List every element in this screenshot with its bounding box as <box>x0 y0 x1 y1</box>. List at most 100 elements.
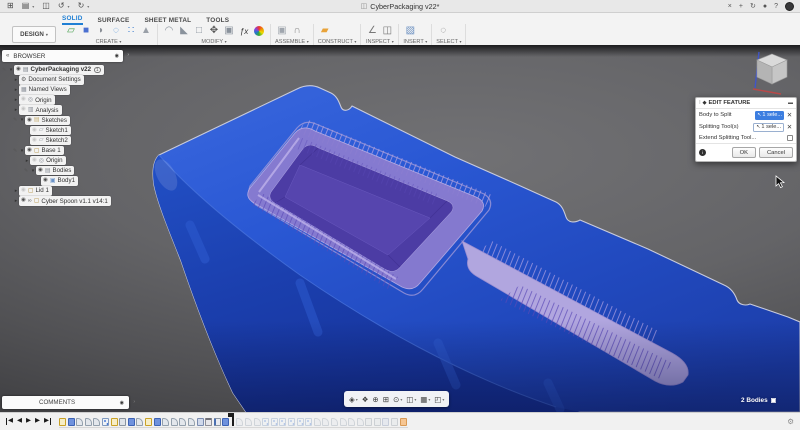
visibility-eye-icon[interactable]: ◉ <box>21 107 26 113</box>
timeline-feature-fillet[interactable] <box>245 418 252 426</box>
body-to-split-selection[interactable]: ↖ 1 sele... <box>755 111 784 120</box>
collapse-panel-icon[interactable]: « <box>6 53 9 59</box>
dialog-header[interactable]: ⁞ ◆ EDIT FEATURE ▬ <box>696 98 796 109</box>
timeline-feature-fillet[interactable] <box>93 418 100 426</box>
timeline-feature-fillet[interactable] <box>236 418 243 426</box>
create-sketch-icon[interactable]: ▱ <box>64 26 78 36</box>
timeline-feature-sketch[interactable] <box>145 418 152 426</box>
splitting-tools-selection[interactable]: ↖ 1 sele... <box>753 123 784 132</box>
visibility-eye-icon[interactable]: ◉ <box>43 178 48 184</box>
timeline-feature-fillet[interactable] <box>314 418 321 426</box>
orbit-icon[interactable]: ◈▾ <box>349 395 358 404</box>
appearance-icon[interactable] <box>254 26 264 36</box>
info-icon[interactable]: i <box>699 149 706 156</box>
pattern-icon[interactable]: ∷ <box>124 26 138 36</box>
timeline-feature-pattern[interactable] <box>305 418 312 426</box>
clear-selection-icon[interactable]: ✕ <box>786 111 793 119</box>
save-icon[interactable]: ◫ <box>42 2 50 10</box>
tree-item-base-1[interactable]: ◉▢Base 1 <box>25 146 64 156</box>
file-icon[interactable]: ▤ <box>22 2 30 10</box>
move-icon[interactable]: ✥ <box>207 26 221 36</box>
visibility-eye-icon[interactable]: ◉ <box>32 128 37 134</box>
design-menu-button[interactable]: DESIGN ▾ <box>12 26 56 43</box>
sweep-icon[interactable]: ◌ <box>109 26 123 36</box>
timeline-settings-icon[interactable]: ⚙ <box>787 417 794 426</box>
zoom-window-icon[interactable]: ⊙▾ <box>393 395 402 404</box>
timeline-feature-fillet[interactable] <box>85 418 92 426</box>
revolve-icon[interactable]: ◗ <box>94 26 108 36</box>
panel-tab-handle[interactable]: › <box>133 399 135 405</box>
step-back-button[interactable]: ◀ <box>17 418 22 425</box>
timeline-feature-sketch[interactable] <box>59 418 66 426</box>
visibility-eye-icon[interactable]: ◉ <box>38 168 43 174</box>
offset-face-icon[interactable]: ▣ <box>222 26 236 36</box>
tree-item-analysis[interactable]: ◉▥Analysis <box>19 105 62 115</box>
timeline-feature-split-edit[interactable] <box>400 418 407 426</box>
timeline-feature-pattern[interactable] <box>288 418 295 426</box>
viewports-icon[interactable]: ◰▾ <box>434 395 444 404</box>
section-analysis-icon[interactable]: ◫ <box>380 26 394 36</box>
timeline-feature-fillet[interactable] <box>188 418 195 426</box>
chamfer-icon[interactable]: ◣ <box>177 26 191 36</box>
timeline-feature-sketch[interactable] <box>111 418 118 426</box>
parameters-fx-icon[interactable]: ƒx <box>237 27 251 36</box>
pan-icon[interactable]: ❖ <box>362 395 369 404</box>
timeline-feature-component[interactable] <box>382 418 389 426</box>
grid-display-icon[interactable]: ▦▾ <box>420 395 430 404</box>
timeline-feature-mesh[interactable] <box>205 418 212 426</box>
timeline-feature-fillet[interactable] <box>340 418 347 426</box>
visibility-eye-icon[interactable]: ◉ <box>21 188 26 194</box>
step-forward-button[interactable]: ▶ <box>35 418 40 425</box>
select-icon[interactable]: ◌ <box>436 26 450 36</box>
drag-grip-icon[interactable]: ⁞ <box>699 100 701 106</box>
close-tab-icon[interactable]: × <box>728 3 732 10</box>
extrude-icon[interactable]: ■ <box>79 26 93 36</box>
fit-icon[interactable]: ⊞ <box>383 395 389 404</box>
timeline-feature-flag[interactable] <box>214 418 221 426</box>
visibility-eye-icon[interactable]: ◉ <box>27 148 32 154</box>
tree-item-document-settings[interactable]: ⚙Document Settings <box>19 75 84 85</box>
timeline-feature-pattern[interactable] <box>102 418 109 426</box>
timeline-feature-fillet[interactable] <box>171 418 178 426</box>
construct-plane-icon[interactable]: ▰ <box>318 26 332 36</box>
tree-item-sketches[interactable]: ◉▤Sketches <box>25 116 70 126</box>
go-to-end-button[interactable]: ▶ <box>44 418 51 425</box>
visibility-eye-icon[interactable]: ◉ <box>32 138 37 144</box>
tree-item-bodies[interactable]: ◉▤Bodies <box>36 166 74 176</box>
redo-icon[interactable]: ↻ <box>78 2 85 10</box>
timeline-feature-pattern[interactable] <box>262 418 269 426</box>
timeline-feature-extrude[interactable] <box>68 418 75 426</box>
timeline-feature-fillet[interactable] <box>162 418 169 426</box>
panel-tab-handle[interactable]: › <box>127 52 129 58</box>
panel-options-icon[interactable]: ◉ <box>115 53 119 59</box>
visibility-eye-icon[interactable]: ◉ <box>16 67 21 73</box>
timeline-feature-component[interactable] <box>197 418 204 426</box>
timeline-feature-fillet[interactable] <box>76 418 83 426</box>
fillet-icon[interactable]: ◠ <box>162 26 176 36</box>
tree-item-origin[interactable]: ◉◎Origin <box>30 156 66 166</box>
minimize-dialog-icon[interactable]: ▬ <box>788 100 793 106</box>
tree-item-cyberpackaging-v22[interactable]: ◉▤CyberPackaging v221 <box>14 65 104 75</box>
visibility-eye-icon[interactable]: ◉ <box>27 118 32 124</box>
timeline-feature-pattern[interactable] <box>271 418 278 426</box>
timeline-feature-pattern[interactable] <box>297 418 304 426</box>
sync-icon[interactable]: ↻ <box>750 3 756 10</box>
timeline-feature-fillet[interactable] <box>357 418 364 426</box>
timeline-feature-extrude[interactable] <box>128 418 135 426</box>
loft-icon[interactable]: ▲ <box>139 26 153 36</box>
go-to-start-button[interactable]: ◀ <box>6 418 13 425</box>
tree-item-named-views[interactable]: ▦Named Views <box>19 85 70 95</box>
visibility-eye-icon[interactable]: ◉ <box>21 198 26 204</box>
timeline-feature-fillet[interactable] <box>331 418 338 426</box>
timeline-feature-box[interactable] <box>374 418 381 426</box>
timeline-feature-extrude[interactable] <box>222 418 229 426</box>
tree-item-sketch1[interactable]: ◉▱Sketch1 <box>30 126 71 136</box>
play-button[interactable]: ▶ <box>26 418 31 425</box>
timeline-position-marker[interactable] <box>232 413 234 426</box>
new-component-icon[interactable]: ▣ <box>275 26 289 36</box>
timeline-feature-fillet[interactable] <box>179 418 186 426</box>
extend-splitting-checkbox[interactable] <box>787 135 793 141</box>
visibility-eye-icon[interactable]: ◉ <box>32 158 37 164</box>
user-avatar[interactable] <box>785 2 794 11</box>
help-icon[interactable]: ? <box>774 3 778 10</box>
